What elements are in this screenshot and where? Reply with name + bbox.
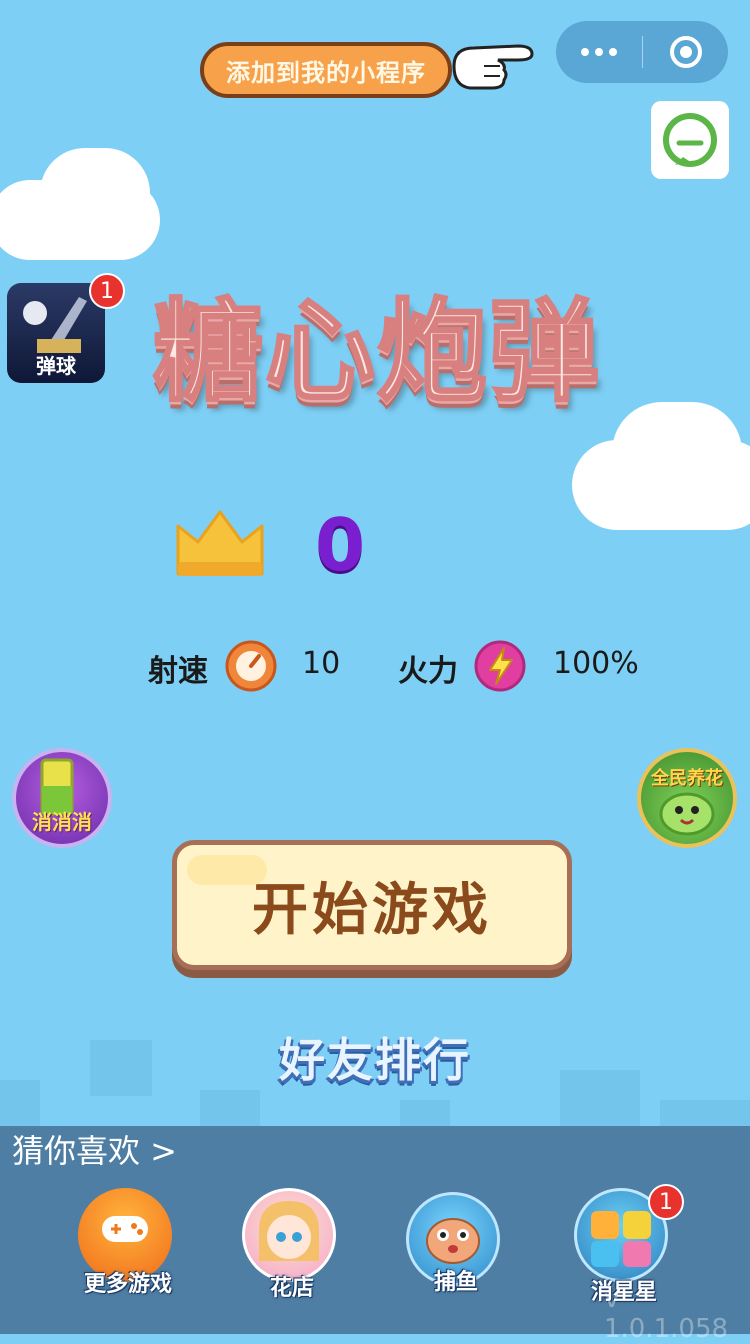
fishing-label: 捕鱼	[433, 1270, 478, 1295]
version-text: v 1.0.1.058	[604, 1284, 729, 1344]
flower-shop-item[interactable]: 花店	[242, 1188, 342, 1308]
fire-rate-label: 射速	[148, 654, 208, 689]
add-to-mini-program-button[interactable]: 添加到我的小程序	[200, 42, 452, 98]
girl-avatar-icon	[242, 1188, 336, 1282]
quanmin-yanghua-game-icon[interactable]: 全民养花	[637, 748, 737, 848]
firepower-label: 火力	[398, 654, 458, 689]
flower-shop-label: 花店	[269, 1276, 314, 1301]
more-games-label: 更多游戏	[83, 1272, 172, 1297]
chat-bubble-button[interactable]	[651, 101, 729, 179]
xiaoxiaoxiao-game-icon[interactable]: 消消消	[12, 748, 112, 848]
pinball-app-icon[interactable]: 弹球 1	[7, 273, 125, 383]
crown-icon	[176, 510, 264, 576]
friend-ranking-button[interactable]: 好友排行	[262, 1022, 488, 1092]
friend-ranking-label: 好友排行	[279, 1033, 471, 1087]
lightning-icon	[474, 640, 526, 692]
target-icon[interactable]	[643, 21, 728, 83]
recommend-title[interactable]: 猜你喜欢 >	[12, 1126, 177, 1172]
pointing-hand-icon	[452, 44, 534, 90]
fire-rate-value: 10	[302, 646, 341, 681]
gauge-icon	[225, 640, 277, 692]
chat-bubble-icon	[663, 113, 717, 167]
xiaoxiaoxiao-label: 消消消	[32, 810, 92, 834]
fishing-item[interactable]: 捕鱼	[406, 1192, 506, 1312]
cloud-left-puff	[40, 148, 150, 238]
game-title: 糖心炮弹	[152, 287, 601, 418]
popstar-badge: 1	[648, 1184, 684, 1220]
score-value: 0	[314, 503, 366, 587]
start-game-button[interactable]: 开始游戏	[172, 840, 572, 970]
more-games-item[interactable]: 更多游戏	[78, 1188, 178, 1308]
button-shine	[187, 855, 267, 885]
firepower-value: 100%	[553, 646, 639, 681]
add-to-mini-program-label: 添加到我的小程序	[226, 58, 426, 87]
start-game-label: 开始游戏	[252, 877, 492, 943]
app-icon-label: 弹球	[36, 354, 76, 378]
mini-program-capsule	[556, 21, 728, 83]
more-dots-icon[interactable]	[556, 21, 642, 83]
